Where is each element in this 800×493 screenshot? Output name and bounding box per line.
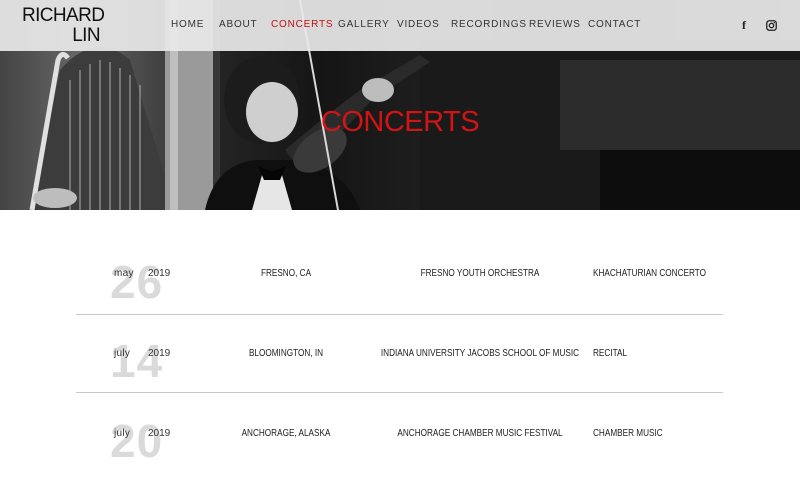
concert-location-text: FRESNO, CA [260,268,312,279]
logo-line-1: RICHARD [22,5,105,26]
concert-organization-text: ANCHORAGE CHAMBER MUSIC FESTIVAL [397,428,563,439]
concert-day: 14 [110,335,164,387]
nav-item-videos[interactable]: VIDEOS [397,19,440,30]
concert-location-text: ANCHORAGE, ALASKA [241,428,331,439]
concert-organization-text: FRESNO YOUTH ORCHESTRA [420,268,540,279]
concert-program: KHACHATURIAN CONCERTO [593,268,706,279]
concert-row: 14 july 2019 BLOOMINGTON, IN INDIANA UNI… [76,313,723,393]
nav-item-about[interactable]: ABOUT [219,19,257,30]
concert-month: july [114,348,131,359]
nav-item-recordings[interactable]: RECORDINGS [451,19,527,30]
concert-month: may [114,268,134,279]
concert-year: 2019 [148,348,171,359]
concert-day: 20 [110,415,164,467]
concert-year: 2019 [148,428,171,439]
nav-item-concerts[interactable]: CONCERTS [271,19,333,30]
nav-item-reviews[interactable]: REVIEWS [529,19,581,30]
concert-month: july [114,428,131,439]
concert-program: RECITAL [593,348,628,359]
facebook-glyph: f [742,17,746,32]
instagram-glyph [765,19,777,31]
nav-item-contact[interactable]: CONTACT [588,19,641,30]
concert-location-text: BLOOMINGTON, IN [248,348,324,359]
concert-year: 2019 [148,268,171,279]
concert-row: 20 july 2019 ANCHORAGE, ALASKA ANCHORAGE… [76,393,723,473]
nav-item-home[interactable]: HOME [171,19,204,30]
concert-day: 26 [110,256,164,308]
facebook-icon[interactable]: f [737,17,751,33]
nav-item-gallery[interactable]: GALLERY [338,19,390,30]
concert-row: 26 may 2019 FRESNO, CA FRESNO YOUTH ORCH… [76,233,723,315]
concert-program: CHAMBER MUSIC [593,428,663,439]
page-title: CONCERTS [320,106,480,138]
logo-line-2: LIN [72,25,100,46]
concert-organization-text: INDIANA UNIVERSITY JACOBS SCHOOL OF MUSI… [380,348,580,359]
site-header: RICHARD LIN HOME ABOUT CONCERTS GALLERY … [0,0,800,51]
site-logo[interactable]: RICHARD LIN [22,5,105,46]
instagram-icon[interactable] [764,17,778,33]
